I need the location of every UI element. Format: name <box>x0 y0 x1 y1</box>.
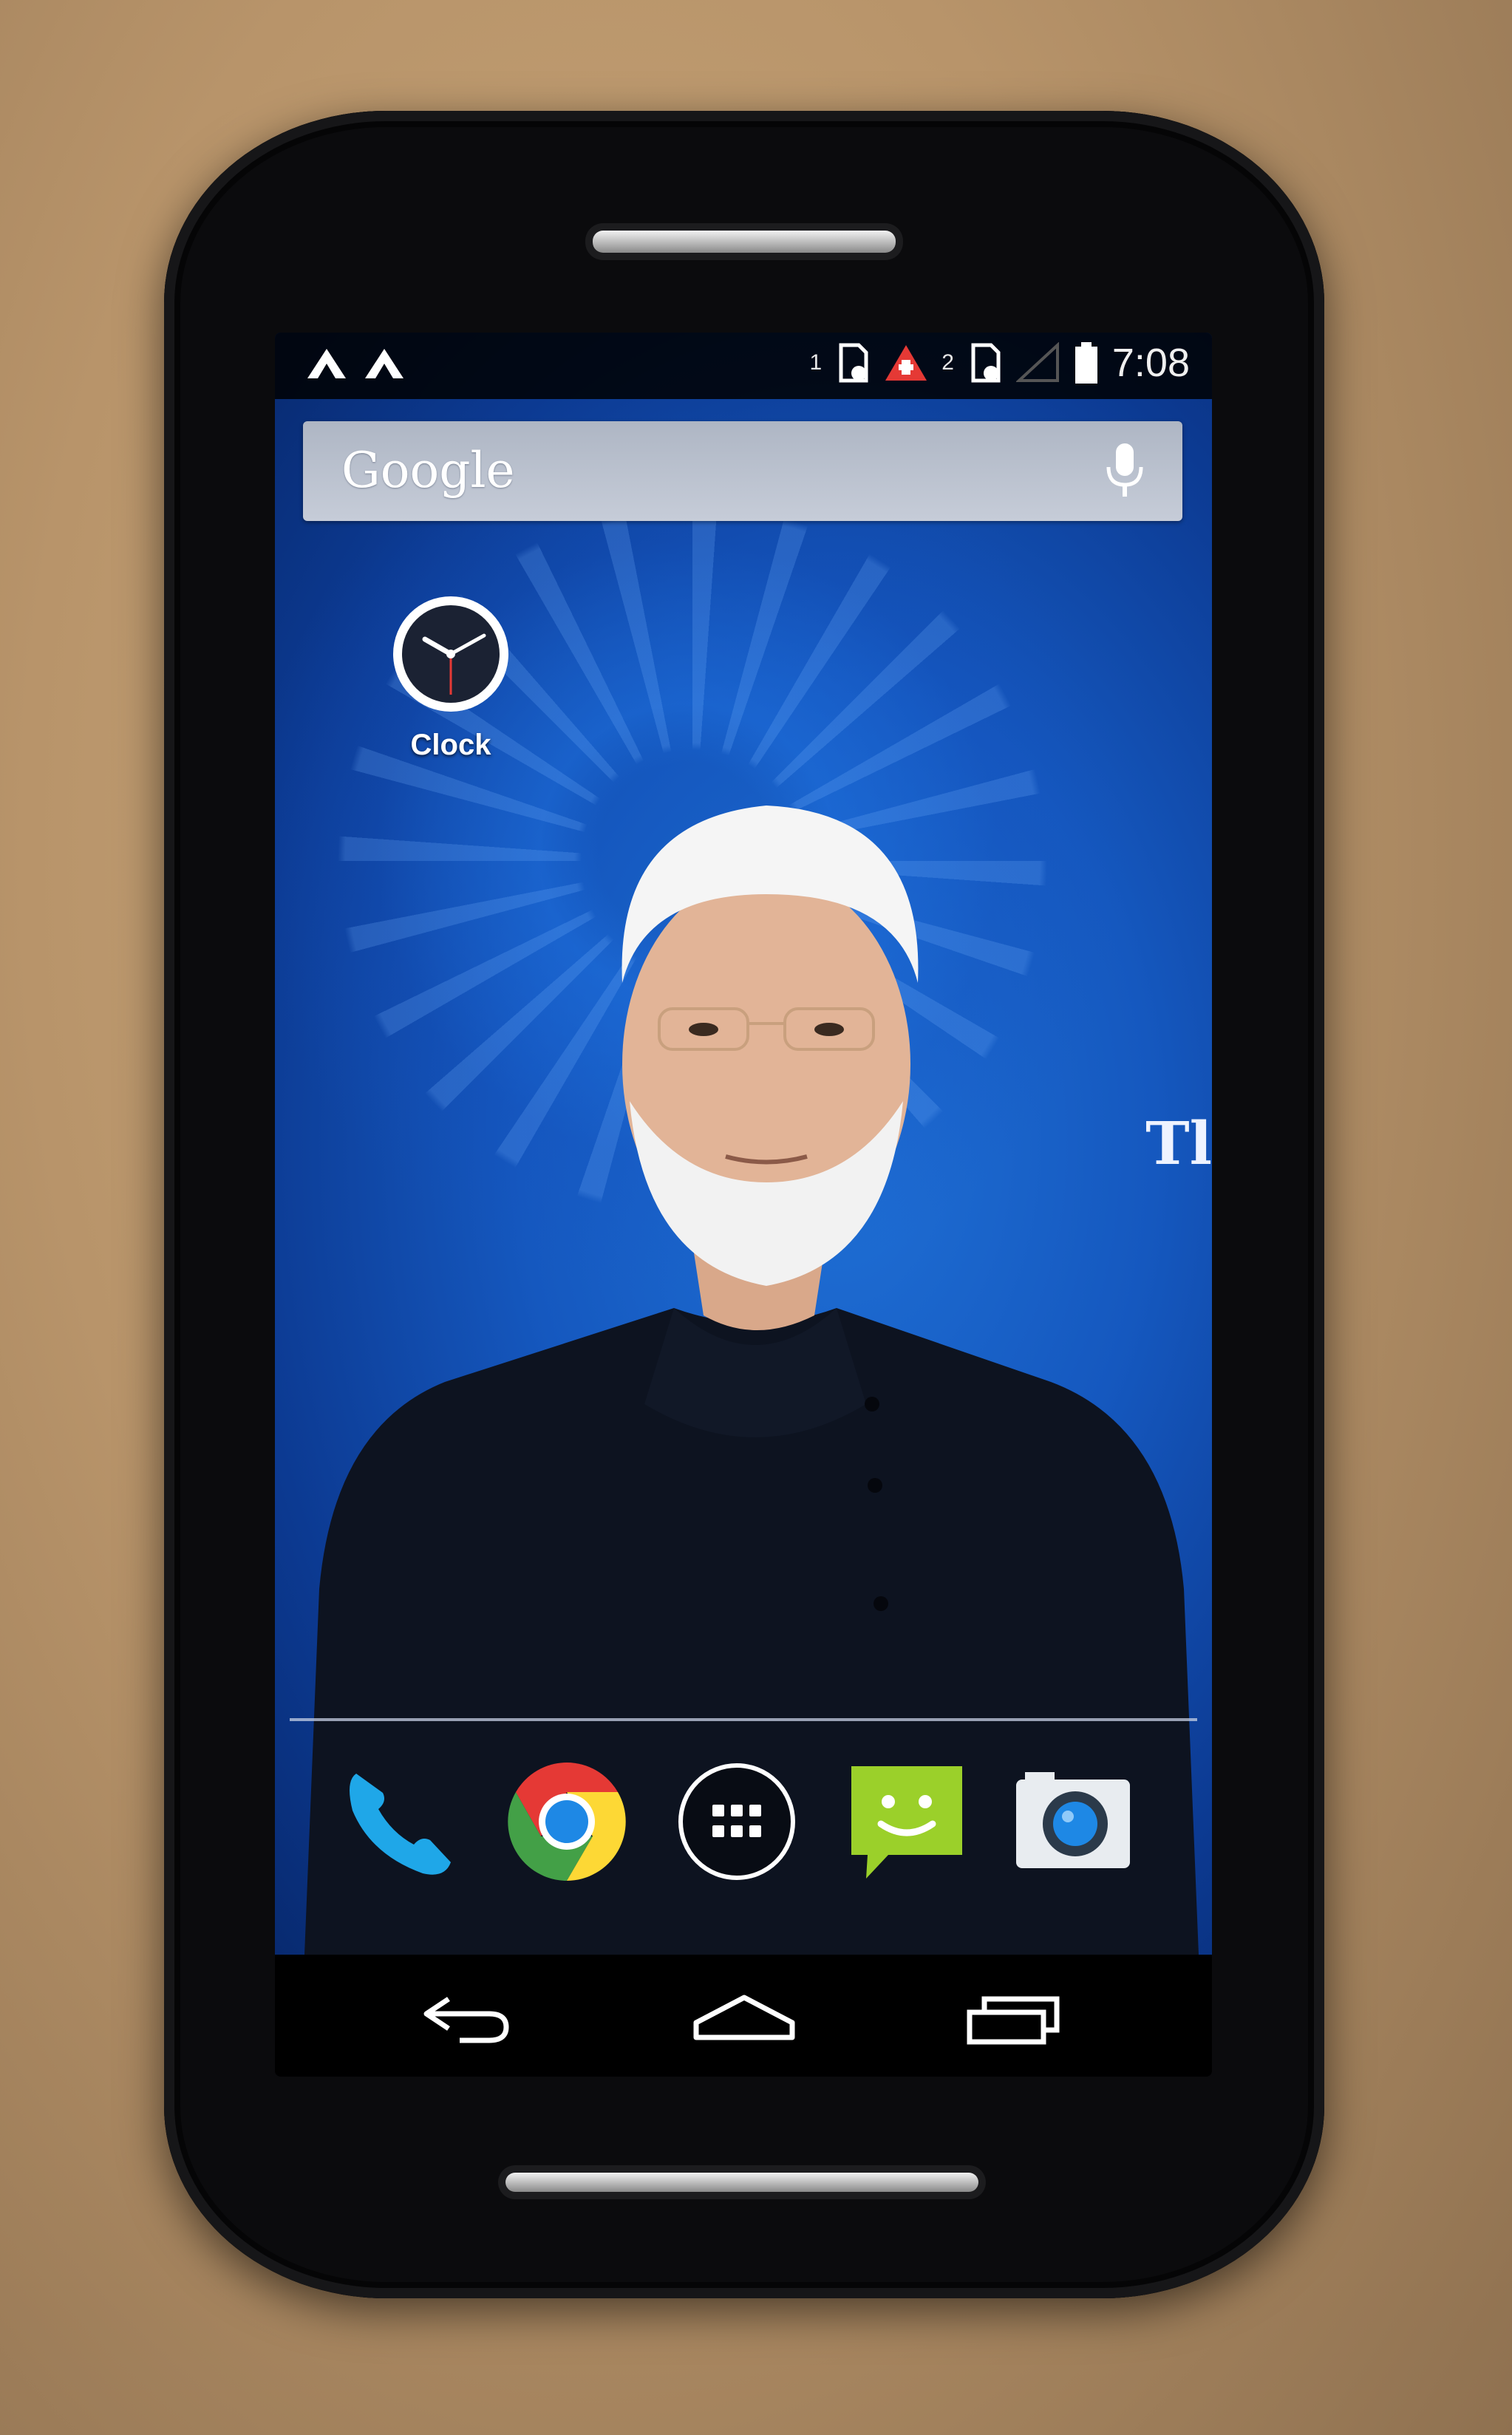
home-screen: Tl 1 2 7:08 Google Clock <box>275 333 1212 2077</box>
signal-icon <box>1015 342 1059 382</box>
message-icon[interactable] <box>844 1759 970 1884</box>
notification-app-icon <box>365 349 403 378</box>
back-icon[interactable] <box>419 1984 515 2051</box>
search-logo-text: Google <box>341 442 515 499</box>
dock <box>275 1759 1212 1892</box>
sim1-label: 1 <box>809 350 823 375</box>
phone-icon[interactable] <box>334 1759 460 1884</box>
notification-app-icon <box>307 349 346 378</box>
chrome-icon[interactable] <box>504 1759 630 1884</box>
wallpaper-portrait <box>304 806 1199 1955</box>
sim1-icon <box>839 343 868 383</box>
wallpaper: Tl <box>275 333 1212 1955</box>
google-search-bar[interactable]: Google <box>303 421 1182 521</box>
earpiece-speaker <box>593 231 896 253</box>
status-time: 7:08 <box>1111 341 1190 385</box>
home-app-label: Clock <box>410 729 491 761</box>
recents-icon[interactable] <box>962 1984 1066 2051</box>
home-app-clock[interactable]: Clock <box>362 591 539 762</box>
status-bar[interactable]: 1 2 7:08 <box>275 333 1212 399</box>
sim2-label: 2 <box>941 350 954 375</box>
alert-icon <box>885 345 927 381</box>
home-icon[interactable] <box>689 1984 800 2051</box>
clock-icon <box>393 596 508 712</box>
battery-icon <box>1075 342 1097 384</box>
dock-divider <box>290 1718 1197 1721</box>
phone-device: Tl 1 2 7:08 Google Clock <box>164 111 1324 2298</box>
apps-grid-icon[interactable] <box>674 1759 800 1884</box>
mic-icon[interactable] <box>1103 442 1147 501</box>
sim2-icon <box>971 343 1001 383</box>
bottom-speaker <box>505 2173 978 2192</box>
camera-icon[interactable] <box>1010 1759 1136 1884</box>
navigation-bar <box>275 1955 1212 2077</box>
